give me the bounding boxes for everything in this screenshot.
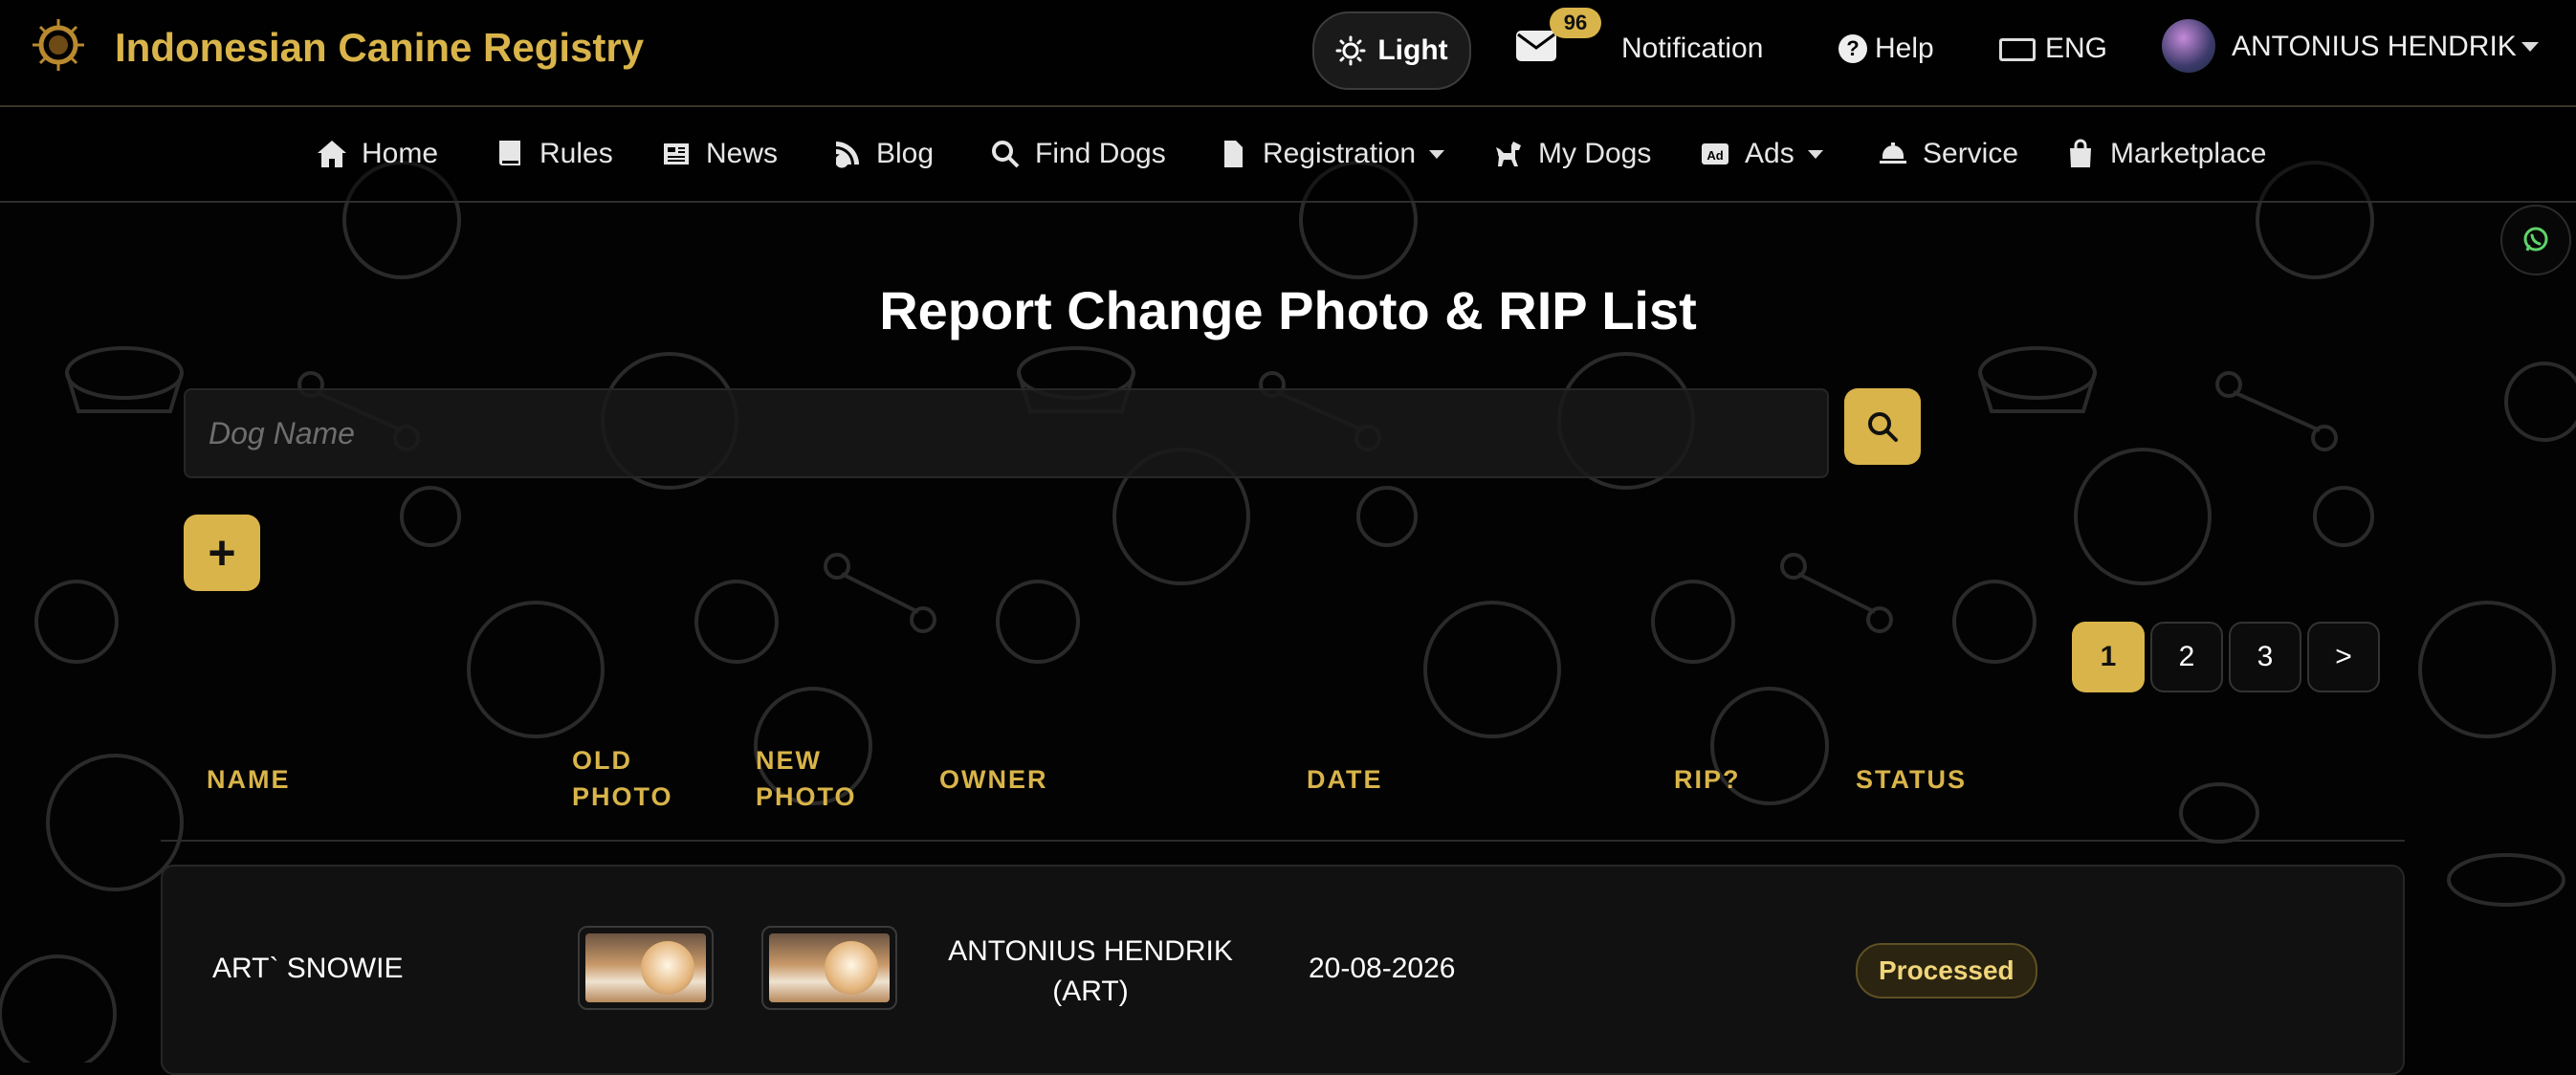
chevron-down-icon: [1807, 149, 1823, 159]
owner-name: ANTONIUS HENDRIK: [948, 935, 1233, 967]
column-header-rip: RIP?: [1674, 765, 1741, 794]
main-nav: Home Rules News Blog Find Dogs Registrat…: [0, 107, 2576, 203]
help-link[interactable]: Help: [1875, 33, 1934, 65]
chevron-down-icon[interactable]: [2521, 42, 2539, 52]
theme-label: Light: [1377, 34, 1448, 66]
old-photo-thumbnail[interactable]: [578, 926, 714, 1010]
user-menu[interactable]: ANTONIUS HENDRIK: [2232, 31, 2517, 63]
next-page-button[interactable]: >: [2307, 622, 2380, 692]
column-header-status: STATUS: [1856, 765, 1967, 794]
nav-news-label: News: [706, 138, 779, 169]
mail-count-badge: 96: [1550, 8, 1601, 38]
blog-icon: [836, 142, 859, 168]
chevron-down-icon: [1429, 149, 1445, 159]
nav-registration-label: Registration: [1263, 138, 1417, 169]
column-header-new-photo-line1: NEW: [756, 746, 822, 775]
top-bar: Indonesian Canine Registry Light 96 Noti…: [0, 0, 2576, 107]
whatsapp-icon: [2523, 227, 2548, 252]
search-button[interactable]: [1844, 388, 1921, 465]
nav-blog[interactable]: Blog: [830, 138, 934, 170]
book-icon: [499, 141, 520, 165]
page-button-3[interactable]: 3: [2229, 622, 2301, 692]
date-cell: 20-08-2026: [1309, 953, 1456, 984]
owner-code: (ART): [1052, 976, 1129, 1007]
nav-ads[interactable]: Ad Ads: [1699, 138, 1823, 170]
nav-service[interactable]: Service: [1877, 138, 2018, 170]
status-badge: Processed: [1856, 943, 2037, 998]
envelope-icon[interactable]: [1515, 29, 1557, 63]
table-row[interactable]: ART` SNOWIE ANTONIUS HENDRIK (ART) 20-08…: [161, 865, 2405, 1075]
nav-ads-label: Ads: [1745, 138, 1794, 169]
registry-logo[interactable]: [31, 17, 86, 73]
column-header-owner: OWNER: [939, 765, 1048, 794]
theme-toggle-button[interactable]: Light: [1312, 11, 1471, 90]
bag-icon: [2070, 139, 2091, 167]
search-icon: [992, 141, 1020, 168]
column-header-new-photo: NEW PHOTO: [756, 742, 857, 815]
dog-name-search-input[interactable]: [184, 388, 1829, 478]
language-icon: [1999, 38, 2036, 61]
file-icon: [1224, 141, 1243, 167]
nav-home[interactable]: Home: [316, 138, 438, 170]
add-report-button[interactable]: +: [184, 515, 260, 591]
nav-rules[interactable]: Rules: [494, 138, 613, 170]
home-icon: [318, 141, 346, 167]
whatsapp-button[interactable]: [2500, 205, 2571, 275]
language-selector[interactable]: ENG: [2045, 33, 2107, 65]
nav-my-dogs-label: My Dogs: [1538, 138, 1652, 169]
nav-rules-label: Rules: [539, 138, 613, 169]
svg-text:Ad: Ad: [1706, 148, 1723, 163]
column-header-old-photo-line1: OLD: [572, 746, 632, 775]
page-button-1[interactable]: 1: [2072, 622, 2145, 692]
sun-icon: [1335, 35, 1366, 66]
notification-link[interactable]: Notification: [1621, 33, 1763, 65]
nav-marketplace[interactable]: Marketplace: [2064, 138, 2266, 170]
brand-name[interactable]: Indonesian Canine Registry: [115, 25, 644, 71]
nav-home-label: Home: [362, 138, 439, 169]
column-header-date: DATE: [1307, 765, 1383, 794]
nav-marketplace-label: Marketplace: [2110, 138, 2267, 169]
column-header-name: NAME: [207, 765, 291, 794]
avatar[interactable]: [2162, 19, 2215, 73]
search-icon: [1868, 412, 1898, 442]
nav-service-label: Service: [1923, 138, 2019, 169]
newspaper-icon: [664, 143, 689, 165]
bell-icon: [1880, 143, 1906, 164]
nav-news[interactable]: News: [660, 138, 778, 170]
page-title: Report Change Photo & RIP List: [879, 280, 1697, 340]
nav-registration[interactable]: Registration: [1217, 138, 1445, 170]
dog-icon: [1496, 142, 1521, 166]
table-header: NAME OLD PHOTO NEW PHOTO OWNER DATE RIP?…: [161, 727, 2405, 842]
page-button-2[interactable]: 2: [2150, 622, 2223, 692]
help-icon: ?: [1838, 34, 1867, 63]
owner-cell: ANTONIUS HENDRIK (ART): [947, 932, 1234, 1012]
column-header-old-photo-line2: PHOTO: [572, 782, 673, 811]
ad-icon: Ad: [1702, 143, 1728, 165]
nav-my-dogs[interactable]: My Dogs: [1492, 138, 1651, 170]
column-header-old-photo: OLD PHOTO: [572, 742, 673, 815]
nav-find-dogs-label: Find Dogs: [1035, 138, 1166, 169]
nav-blog-label: Blog: [876, 138, 935, 169]
dog-name-cell: ART` SNOWIE: [212, 953, 404, 984]
new-photo-thumbnail[interactable]: [761, 926, 897, 1010]
nav-find-dogs[interactable]: Find Dogs: [989, 138, 1166, 170]
column-header-new-photo-line2: PHOTO: [756, 782, 857, 811]
